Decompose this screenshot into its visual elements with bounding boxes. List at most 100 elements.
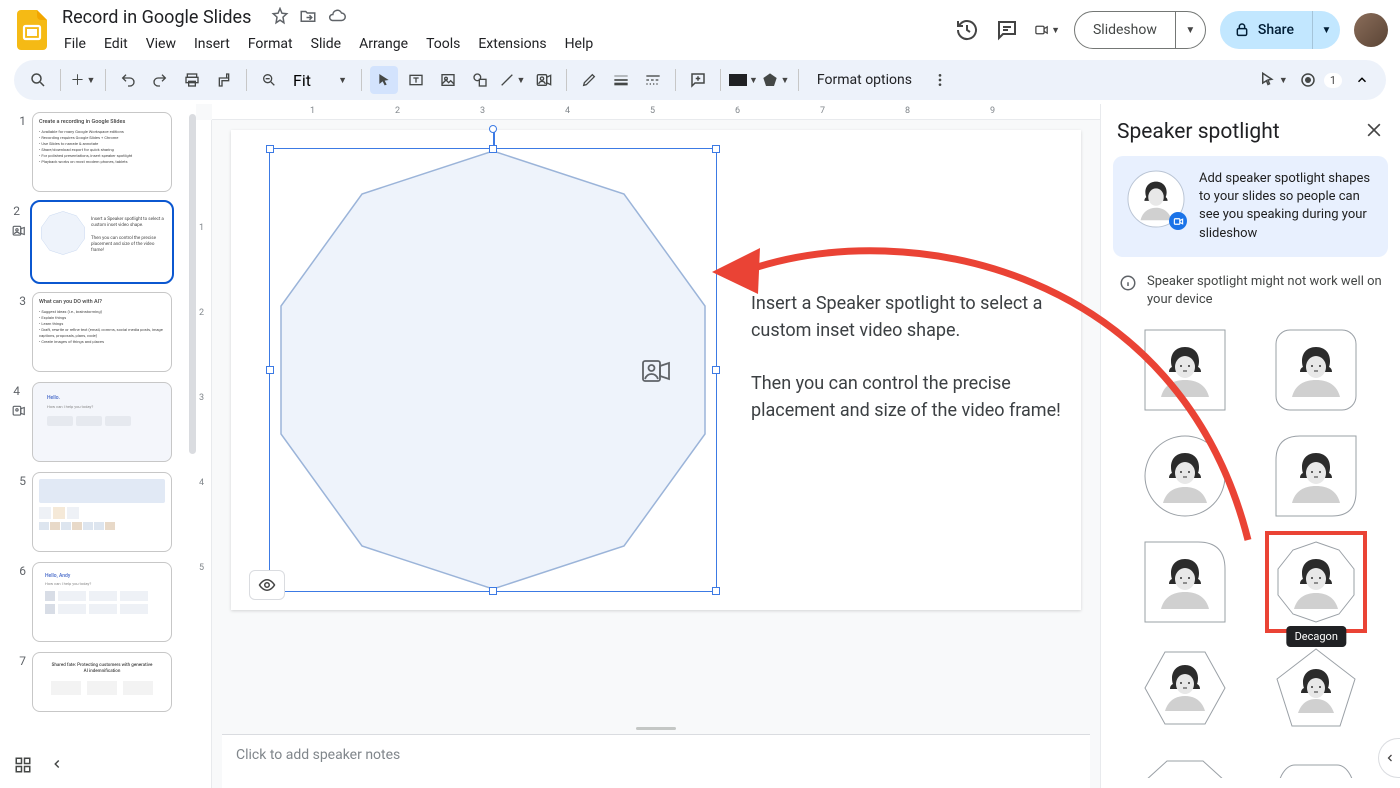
redo-icon[interactable] xyxy=(146,66,174,94)
slide-thumb-5[interactable] xyxy=(32,472,172,552)
shape-pentagon[interactable] xyxy=(1275,647,1357,729)
menu-slide[interactable]: Slide xyxy=(303,32,349,56)
menu-insert[interactable]: Insert xyxy=(186,32,238,56)
shape-hexagon[interactable] xyxy=(1144,647,1226,729)
shape-oval-wide[interactable] xyxy=(1275,759,1357,778)
rec-indicator-icon[interactable] xyxy=(1294,66,1322,94)
menu-tools[interactable]: Tools xyxy=(418,32,468,56)
format-options-button[interactable]: Format options xyxy=(807,72,922,88)
textbox-icon[interactable] xyxy=(402,66,430,94)
info-banner: Add speaker spotlight shapes to your sli… xyxy=(1113,156,1388,257)
search-menus-icon[interactable] xyxy=(24,66,52,94)
menu-arrange[interactable]: Arrange xyxy=(351,32,416,56)
slide-thumb-3[interactable]: What can you DO with AI? • Suggest ideas… xyxy=(32,292,172,372)
border-color-icon[interactable] xyxy=(575,66,603,94)
star-icon[interactable] xyxy=(271,7,289,29)
shape-icon[interactable] xyxy=(466,66,494,94)
speaker-spotlight-tool-icon[interactable] xyxy=(530,66,558,94)
move-icon[interactable] xyxy=(299,7,317,29)
speaker-notes[interactable]: Click to add speaker notes xyxy=(222,734,1090,788)
ruler-horizontal: 123456789 xyxy=(212,104,1100,120)
resize-handle[interactable] xyxy=(712,145,720,153)
close-panel-icon[interactable] xyxy=(1364,120,1384,144)
comments-icon[interactable] xyxy=(994,17,1020,43)
menubar: File Edit View Insert Format Slide Arran… xyxy=(56,32,601,56)
slide-number: 3 xyxy=(10,292,32,372)
line-icon[interactable]: ▼ xyxy=(498,66,526,94)
slide-thumb-6[interactable]: Hello, Andy How can I help you today? xyxy=(32,562,172,642)
pointer-mode-icon[interactable]: ▼ xyxy=(1259,66,1288,94)
menu-format[interactable]: Format xyxy=(240,32,301,56)
record-icon[interactable]: ▼ xyxy=(1034,17,1060,43)
slide-number: 7 xyxy=(10,652,32,712)
viewer-count: 1 xyxy=(1324,73,1342,88)
panel-title: Speaker spotlight xyxy=(1117,120,1280,144)
menu-file[interactable]: File xyxy=(56,32,94,56)
warning-text: Speaker spotlight might not work well on… xyxy=(1147,273,1382,309)
slide-thumb-7[interactable]: Shared fate: Protecting customers with g… xyxy=(32,652,172,712)
resize-handle[interactable] xyxy=(266,366,274,374)
slideshow-button: Slideshow ▼ xyxy=(1074,11,1206,49)
selection-box[interactable] xyxy=(269,148,717,592)
undo-icon[interactable] xyxy=(114,66,142,94)
menu-edit[interactable]: Edit xyxy=(96,32,136,56)
collapse-filmstrip-icon[interactable] xyxy=(50,756,64,778)
menu-extensions[interactable]: Extensions xyxy=(470,32,554,56)
slide-thumb-4[interactable]: Hello. How can I help you today? xyxy=(32,382,172,462)
account-avatar[interactable] xyxy=(1354,13,1388,47)
slides-logo[interactable] xyxy=(12,10,52,50)
shape-circle[interactable] xyxy=(1144,435,1226,517)
zoom-out-icon[interactable] xyxy=(255,66,283,94)
border-weight-icon[interactable] xyxy=(607,66,635,94)
history-icon[interactable] xyxy=(954,17,980,43)
slide-number: 1 xyxy=(10,112,32,192)
image-icon[interactable] xyxy=(434,66,462,94)
share-main[interactable]: Share xyxy=(1220,22,1312,38)
slide-canvas[interactable]: Insert a Speaker spotlight to select a c… xyxy=(231,130,1081,610)
select-tool-icon[interactable] xyxy=(370,66,398,94)
comment-add-icon[interactable] xyxy=(684,66,712,94)
resize-handle[interactable] xyxy=(489,587,497,595)
slideshow-dropdown[interactable]: ▼ xyxy=(1175,12,1205,48)
grid-view-icon[interactable] xyxy=(14,756,32,778)
zoom-select[interactable]: Fit▼ xyxy=(287,71,353,90)
slide-number: 2 xyxy=(13,202,26,218)
toolbar: ＋▼ Fit▼ ▼ ▼ ▼ Format options ▼ 1 xyxy=(14,60,1386,100)
cloud-status-icon[interactable] xyxy=(327,7,347,29)
resize-handle[interactable] xyxy=(712,366,720,374)
slide-number: 4 xyxy=(13,382,26,398)
share-dropdown[interactable]: ▼ xyxy=(1312,11,1340,49)
menu-view[interactable]: View xyxy=(138,32,184,56)
new-slide-button[interactable]: ＋▼ xyxy=(69,66,97,94)
mask-shape-icon[interactable]: ▼ xyxy=(762,66,790,94)
zoom-value: Fit xyxy=(293,71,311,90)
canvas-area: 123456789 12345 Insert a Spe xyxy=(196,104,1100,788)
resize-handle[interactable] xyxy=(266,145,274,153)
collapse-toolbar-icon[interactable] xyxy=(1348,66,1376,94)
fill-color-icon[interactable]: ▼ xyxy=(729,66,758,94)
paint-format-icon[interactable] xyxy=(210,66,238,94)
slide-number: 6 xyxy=(10,562,32,642)
shape-decagon[interactable]: Decagon xyxy=(1275,541,1357,623)
slideshow-main[interactable]: Slideshow xyxy=(1075,12,1175,48)
border-dash-icon[interactable] xyxy=(639,66,667,94)
menu-help[interactable]: Help xyxy=(557,32,602,56)
print-icon[interactable] xyxy=(178,66,206,94)
rotate-handle[interactable] xyxy=(489,125,497,133)
slide-thumb-2[interactable]: Insert a Speaker spotlight to select a c… xyxy=(32,202,172,282)
filmstrip-scrollbar[interactable] xyxy=(189,114,196,454)
resize-handle[interactable] xyxy=(489,145,497,153)
shape-rounded-diag[interactable] xyxy=(1275,435,1357,517)
document-title[interactable]: Record in Google Slides xyxy=(56,5,257,30)
shape-square[interactable] xyxy=(1144,329,1226,411)
slide-text-2: Then you can control the precise placeme… xyxy=(751,370,1061,424)
visibility-toggle-icon[interactable] xyxy=(249,570,285,600)
shape-rounded-one[interactable] xyxy=(1144,541,1226,623)
slide-thumb-1[interactable]: Create a recording in Google Slides • Av… xyxy=(32,112,172,192)
shape-heptagon-cut[interactable] xyxy=(1144,759,1226,778)
more-icon[interactable] xyxy=(926,66,954,94)
resize-handle[interactable] xyxy=(712,587,720,595)
shape-rounded[interactable] xyxy=(1275,329,1357,411)
shapes-grid: Decagon xyxy=(1113,323,1388,778)
slide-body-text[interactable]: Insert a Speaker spotlight to select a c… xyxy=(751,290,1061,450)
